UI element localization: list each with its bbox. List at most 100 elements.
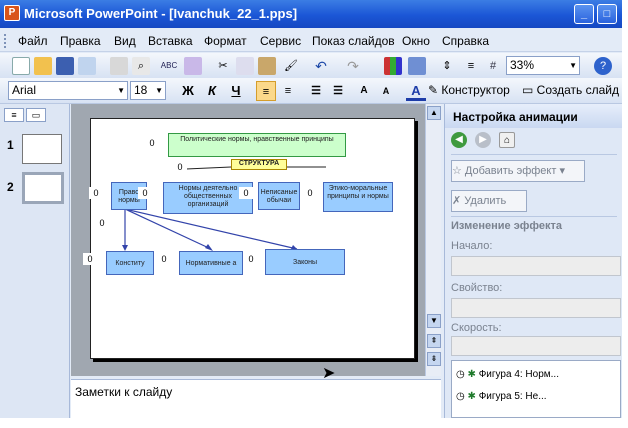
property-select[interactable]: [451, 298, 621, 318]
menu-edit[interactable]: Правка: [60, 34, 101, 48]
animation-list-item[interactable]: ◷ ✱ Фигура 4: Норм...: [456, 369, 559, 380]
animation-order-tag: 0: [239, 187, 253, 199]
chevron-down-icon: ▼: [117, 86, 125, 95]
new-icon[interactable]: [12, 57, 30, 75]
spelling-icon[interactable]: ABC: [160, 57, 178, 75]
forward-icon[interactable]: ▶: [475, 132, 491, 148]
menu-help[interactable]: Справка: [442, 34, 489, 48]
shape-political-norms[interactable]: Политические нормы, нравственные принцип…: [168, 133, 346, 157]
property-label: Свойство:: [451, 282, 503, 294]
back-icon[interactable]: ◀: [451, 132, 467, 148]
powerpoint-app-icon: P: [4, 5, 20, 21]
slide-thumbnail-1[interactable]: [22, 134, 62, 164]
open-icon[interactable]: [34, 57, 52, 75]
task-pane-header: Настройка анимации: [445, 104, 622, 128]
change-effect-heading: Изменение эффекта: [451, 220, 563, 232]
slide-thumbnail-2[interactable]: [22, 172, 64, 204]
menu-window[interactable]: Окно: [402, 34, 430, 48]
print-preview-icon[interactable]: ⌕: [132, 57, 150, 75]
menu-tools[interactable]: Сервис: [260, 34, 301, 48]
notes-pane[interactable]: Заметки к слайду: [71, 379, 441, 418]
outline-tab[interactable]: ≡: [4, 108, 24, 122]
zoom-select[interactable]: 33% ▼: [506, 56, 580, 75]
slide-number-2: 2: [7, 180, 14, 194]
animation-order-tag: 0: [138, 187, 152, 199]
animation-order-tag: 0: [83, 253, 97, 265]
start-select[interactable]: [451, 256, 621, 276]
menu-slideshow[interactable]: Показ слайдов: [312, 34, 395, 48]
maximize-button[interactable]: □: [597, 4, 617, 24]
redo-icon[interactable]: ↷: [344, 57, 362, 75]
shape-structure[interactable]: СТРУКТУРА: [231, 159, 287, 170]
animation-item-label: Фигура 4: Норм...: [478, 369, 559, 380]
new-slide-button[interactable]: ▭ Создать слайд: [522, 83, 619, 97]
shape-zakony[interactable]: Законы: [265, 249, 345, 275]
scroll-up-icon[interactable]: ▲: [427, 106, 441, 120]
add-effect-button[interactable]: ☆ Добавить эффект ▾: [451, 160, 585, 182]
font-color-button[interactable]: A: [406, 81, 426, 101]
animation-order-tag: 0: [89, 187, 103, 199]
menu-format[interactable]: Формат: [204, 34, 247, 48]
shape-konstitutsiya[interactable]: Конститу: [106, 251, 154, 275]
font-select[interactable]: Arial ▼: [8, 81, 128, 100]
decrease-font-icon[interactable]: A: [376, 81, 396, 101]
cut-icon[interactable]: ✂: [214, 57, 232, 75]
prev-slide-icon[interactable]: ⇞: [427, 334, 441, 348]
align-left-button[interactable]: ≡: [256, 81, 276, 101]
menu-view[interactable]: Вид: [114, 34, 136, 48]
task-pane-title: Настройка анимации: [453, 110, 578, 124]
shape-normativnye-akty[interactable]: Нормативные а: [179, 251, 243, 275]
animation-item-label: Фигура 5: Не...: [478, 391, 547, 402]
scroll-down-icon[interactable]: ▼: [427, 314, 441, 328]
animation-list[interactable]: ◷ ✱ Фигура 4: Норм... ◷ ✱ Фигура 5: Не..…: [451, 360, 621, 418]
slide-2[interactable]: Политические нормы, нравственные принцип…: [83, 118, 415, 359]
menu-file[interactable]: Файл: [18, 34, 48, 48]
help-icon[interactable]: ?: [594, 57, 612, 75]
table-icon[interactable]: [408, 57, 426, 75]
shape-etiko-moralnye[interactable]: Этико-моральные принципы и нормы: [323, 182, 393, 212]
menu-insert[interactable]: Вставка: [148, 34, 193, 48]
animation-list-item[interactable]: ◷ ✱ Фигура 5: Не...: [456, 391, 547, 402]
bold-button[interactable]: Ж: [178, 81, 198, 101]
font-size-select[interactable]: 18 ▼: [130, 81, 166, 100]
slide-number-1: 1: [7, 138, 14, 152]
undo-icon[interactable]: ↶: [312, 57, 330, 75]
vertical-scrollbar[interactable]: ▲ ▼ ⇞ ⇟: [425, 104, 441, 376]
slides-tab[interactable]: ▭: [26, 108, 46, 122]
clock-icon: ◷: [456, 391, 468, 402]
text-icon[interactable]: ≡: [462, 57, 480, 75]
mouse-cursor-icon: ➤: [322, 365, 336, 382]
italic-button[interactable]: К: [202, 81, 222, 101]
increase-font-icon[interactable]: A: [354, 81, 374, 101]
remove-button[interactable]: ✗ Удалить: [451, 190, 527, 212]
underline-button[interactable]: Ч: [226, 81, 246, 101]
permission-icon[interactable]: [78, 57, 96, 75]
save-icon[interactable]: [56, 57, 74, 75]
designer-button[interactable]: ✎ Конструктор: [428, 83, 510, 97]
font-value: Arial: [12, 83, 37, 97]
bullets-icon[interactable]: ☰: [328, 81, 348, 101]
expand-icon[interactable]: ⇕: [438, 57, 456, 75]
animation-order-tag: 0: [157, 253, 171, 265]
next-slide-icon[interactable]: ⇟: [427, 352, 441, 366]
paste-icon[interactable]: [258, 57, 276, 75]
slides-pane: ≡ ▭ 1 2: [0, 104, 70, 418]
numbering-icon[interactable]: ☰: [306, 81, 326, 101]
shape-nepisanye-obychai[interactable]: Неписаные обычаи: [258, 182, 300, 210]
speed-select[interactable]: [451, 336, 621, 356]
align-center-button[interactable]: ≡: [278, 81, 298, 101]
star-icon: ✱: [467, 369, 479, 380]
copy-icon[interactable]: [236, 57, 254, 75]
add-effect-icon: ☆: [452, 165, 465, 177]
remove-label: Удалить: [464, 195, 507, 207]
menu-grip: [4, 34, 7, 48]
animation-order-tag: 0: [145, 137, 159, 149]
research-icon[interactable]: [184, 57, 202, 75]
zoom-value: 33%: [510, 58, 535, 72]
chart-icon[interactable]: [384, 57, 402, 75]
grid-icon[interactable]: #: [484, 57, 502, 75]
minimize-button[interactable]: _: [574, 4, 594, 24]
home-icon[interactable]: ⌂: [499, 132, 515, 148]
format-painter-icon[interactable]: 🖌: [282, 57, 300, 75]
print-icon[interactable]: [110, 57, 128, 75]
